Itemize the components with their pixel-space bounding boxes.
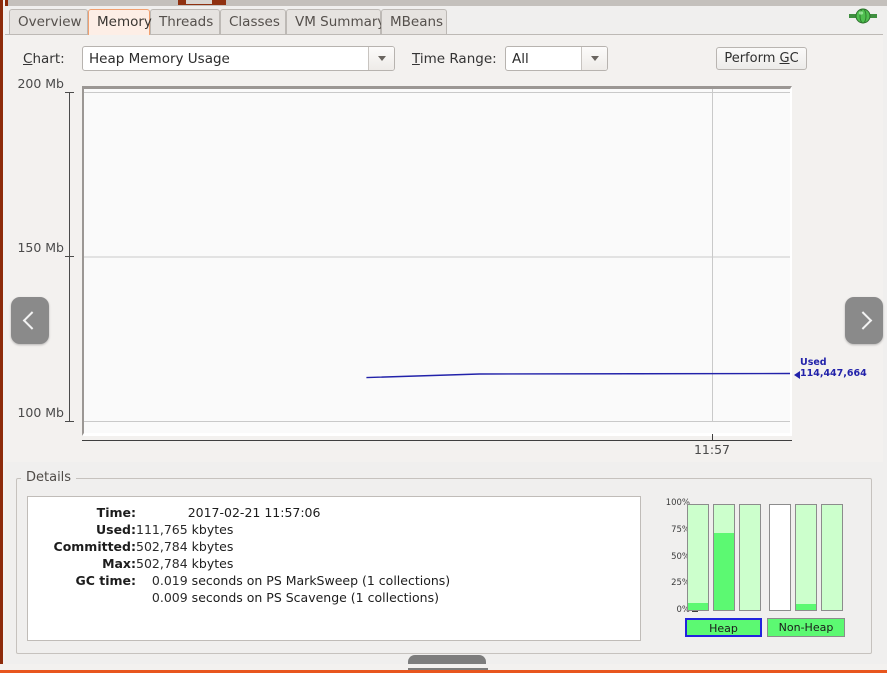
details-row: GC time: 0.019 seconds on PS MarkSweep (1… bbox=[28, 572, 450, 589]
tab-bar: Overview Memory Threads Classes VM Summary MB… bbox=[5, 6, 883, 35]
memory-pool-axis: 100% 75% 50% 25% 0% bbox=[650, 496, 698, 616]
chart-next-button[interactable] bbox=[845, 297, 883, 344]
chart-x-axis-line bbox=[82, 440, 792, 441]
memory-pool-bar-background bbox=[740, 505, 760, 610]
chevron-down-icon bbox=[377, 56, 386, 61]
window-accent-mid-inner bbox=[186, 0, 212, 4]
memory-pool-heap-button[interactable]: Heap bbox=[685, 618, 762, 637]
details-text-area: Time: 2017-02-21 11:57:06 Used: 111,765 kby… bbox=[27, 496, 641, 641]
chart-y-axis-labels: 200 Mb 150 Mb 100 Mb bbox=[0, 76, 64, 462]
details-row-number: 0.019 bbox=[151, 573, 188, 588]
details-row-key: GC time: bbox=[75, 573, 136, 588]
chart-legend-used: Used 114,447,664 bbox=[800, 357, 867, 379]
memory-pool-nonheap-button[interactable]: Non-Heap bbox=[767, 618, 845, 637]
details-row-number bbox=[136, 504, 188, 521]
details-row-key bbox=[28, 589, 136, 606]
time-range-select-value: All bbox=[512, 50, 529, 67]
tab-threads[interactable]: Threads bbox=[150, 9, 220, 35]
details-row-value: kbytes bbox=[187, 539, 234, 554]
chart-x-axis-tick bbox=[712, 434, 713, 441]
memory-pool-bar[interactable] bbox=[795, 504, 817, 611]
tab-vm-summary[interactable]: VM Summary bbox=[286, 9, 385, 35]
tab-overview[interactable]: Overview bbox=[9, 9, 88, 35]
memory-pool-bar[interactable] bbox=[821, 504, 843, 611]
details-table: Time: 2017-02-21 11:57:06 Used: 111,765 kby… bbox=[28, 504, 451, 606]
tab-classes[interactable]: Classes bbox=[220, 9, 286, 35]
chart-select-label: Chart: bbox=[23, 51, 65, 67]
memory-pool-bar[interactable] bbox=[769, 504, 791, 611]
details-row: Time: 2017-02-21 11:57:06 bbox=[28, 504, 450, 521]
memory-pool-axis-dash bbox=[692, 611, 698, 612]
chart-label-accel: C bbox=[23, 51, 33, 67]
chart-series bbox=[366, 372, 790, 379]
chart-line-used bbox=[366, 372, 790, 379]
details-row-number: 502,784 bbox=[136, 539, 188, 554]
details-row-key: Max: bbox=[102, 556, 136, 571]
chart-select[interactable]: Heap Memory Usage bbox=[82, 46, 395, 71]
perform-gc-button[interactable]: Perform GC bbox=[716, 47, 807, 70]
perform-gc-accel: G bbox=[779, 51, 790, 66]
chart-y-tick-label: 200 Mb bbox=[17, 76, 64, 91]
chart-y-tick-label: 150 Mb bbox=[17, 240, 64, 255]
memory-chart-plot[interactable] bbox=[82, 86, 792, 436]
time-range-label-accel: T bbox=[412, 51, 420, 67]
details-row-value: kbytes bbox=[187, 556, 234, 571]
memory-pool-bar-fill bbox=[796, 603, 816, 610]
memory-pool-bar[interactable] bbox=[739, 504, 761, 611]
memory-chart-svg bbox=[84, 89, 790, 422]
details-row: 0.009 seconds on PS Scavenge (1 collecti… bbox=[28, 589, 450, 606]
memory-pool-bar[interactable] bbox=[713, 504, 735, 611]
details-row-value: seconds on PS Scavenge (1 collections) bbox=[187, 590, 439, 605]
memory-pool-chart: 100% 75% 50% 25% 0% Heap Non-Heap bbox=[650, 496, 870, 642]
chevron-right-icon bbox=[853, 311, 872, 330]
chart-y-tick-mark bbox=[65, 256, 74, 257]
time-range-select-arrow-button[interactable] bbox=[581, 47, 607, 70]
details-row-key: Committed: bbox=[53, 539, 136, 554]
details-row-number: 111,765 bbox=[136, 522, 188, 537]
details-panel-title: Details bbox=[21, 470, 77, 485]
memory-pool-bar-fill bbox=[688, 602, 708, 610]
chart-y-tick-label: 100 Mb bbox=[17, 405, 64, 420]
tab-mbeans[interactable]: MBeans bbox=[381, 9, 447, 35]
details-row: Committed: 502,784 kbytes bbox=[28, 538, 450, 555]
chart-x-axis-tick-label: 11:57 bbox=[693, 442, 731, 457]
memory-pool-bar-background bbox=[796, 505, 816, 610]
tab-memory[interactable]: Memory bbox=[88, 9, 152, 35]
chart-prev-button[interactable] bbox=[11, 297, 49, 344]
chevron-down-icon bbox=[590, 56, 599, 61]
details-row: Max: 502,784 kbytes bbox=[28, 555, 450, 572]
chart-select-value: Heap Memory Usage bbox=[89, 50, 230, 67]
chart-legend-marker-icon bbox=[794, 371, 800, 379]
connection-status-icon bbox=[849, 8, 877, 24]
chart-select-arrow-button[interactable] bbox=[368, 47, 394, 70]
chart-y-tick-mark bbox=[65, 92, 74, 93]
chart-gridlines bbox=[84, 89, 790, 422]
time-range-label: Time Range: bbox=[412, 51, 497, 67]
time-range-select[interactable]: All bbox=[505, 46, 608, 71]
chart-legend-used-value: 114,447,664 bbox=[800, 368, 867, 379]
details-row: Used: 111,765 kbytes bbox=[28, 521, 450, 538]
details-row-value: seconds on PS MarkSweep (1 collections) bbox=[187, 573, 451, 588]
details-row-number: 0.009 bbox=[151, 590, 188, 605]
details-row-key: Used: bbox=[95, 522, 136, 537]
details-row-key: Time: bbox=[96, 505, 136, 520]
details-row-value: 2017-02-21 11:57:06 bbox=[187, 505, 321, 520]
chart-legend-used-name: Used bbox=[800, 357, 827, 368]
details-row-value: kbytes bbox=[187, 522, 234, 537]
chart-y-tick-mark bbox=[65, 421, 74, 422]
details-row-number: 502,784 bbox=[136, 556, 188, 571]
memory-pool-bar-fill bbox=[714, 533, 734, 610]
memory-pool-bar-background bbox=[822, 505, 842, 610]
memory-pool-bar-background bbox=[688, 505, 708, 610]
chevron-left-icon bbox=[22, 311, 41, 330]
memory-pool-bar[interactable] bbox=[687, 504, 709, 611]
